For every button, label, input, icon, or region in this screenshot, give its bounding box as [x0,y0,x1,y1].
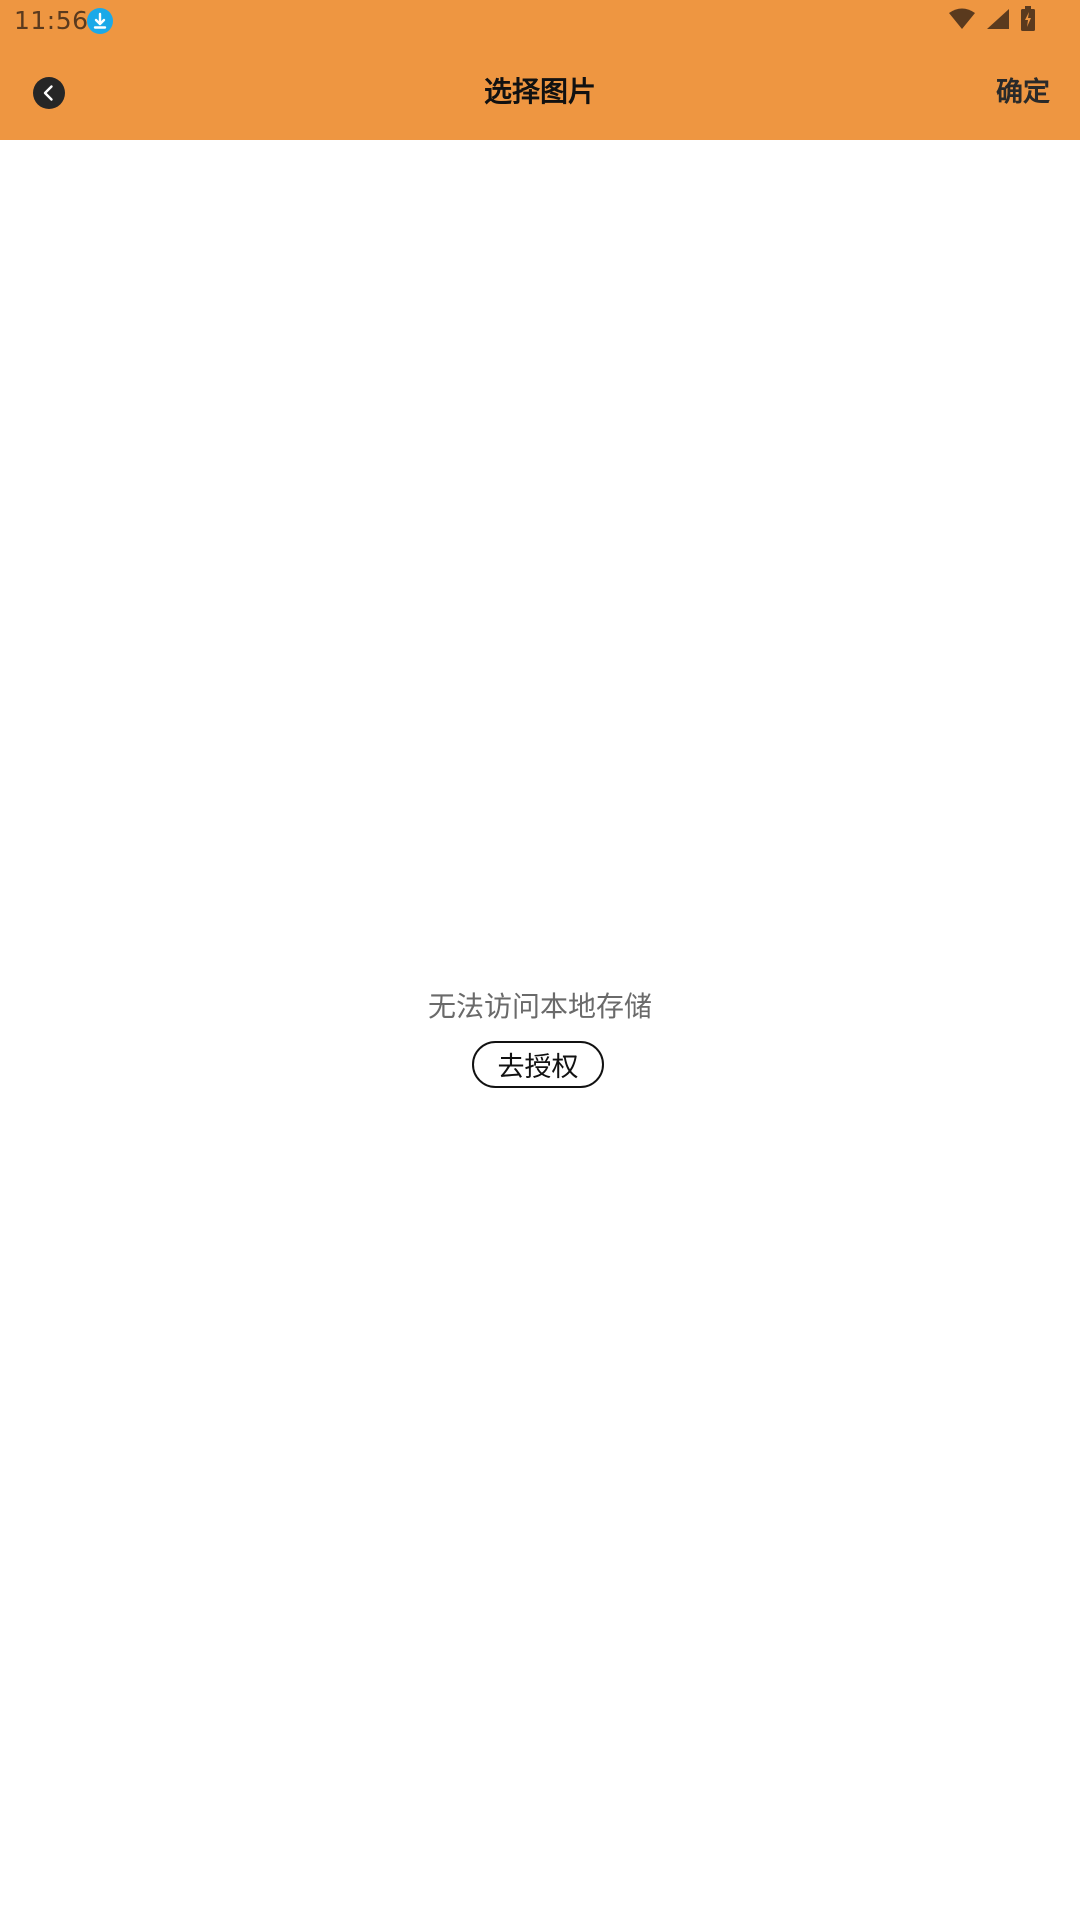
toolbar: 选择图片 确定 [0,44,1080,140]
download-notification-icon [87,8,113,34]
app-header: 11:56 选择图片 确定 [0,0,1080,140]
authorize-button[interactable]: 去授权 [472,1041,604,1088]
status-icons [948,6,1036,36]
battery-charging-icon [1020,6,1036,36]
cell-signal-icon [986,8,1010,34]
status-time: 11:56 [14,6,89,35]
page-title: 选择图片 [483,75,596,108]
confirm-button[interactable]: 确定 [996,70,1050,109]
storage-access-message: 无法访问本地存储 [427,990,652,1023]
wifi-icon [948,8,976,34]
status-bar: 11:56 [0,0,1080,44]
